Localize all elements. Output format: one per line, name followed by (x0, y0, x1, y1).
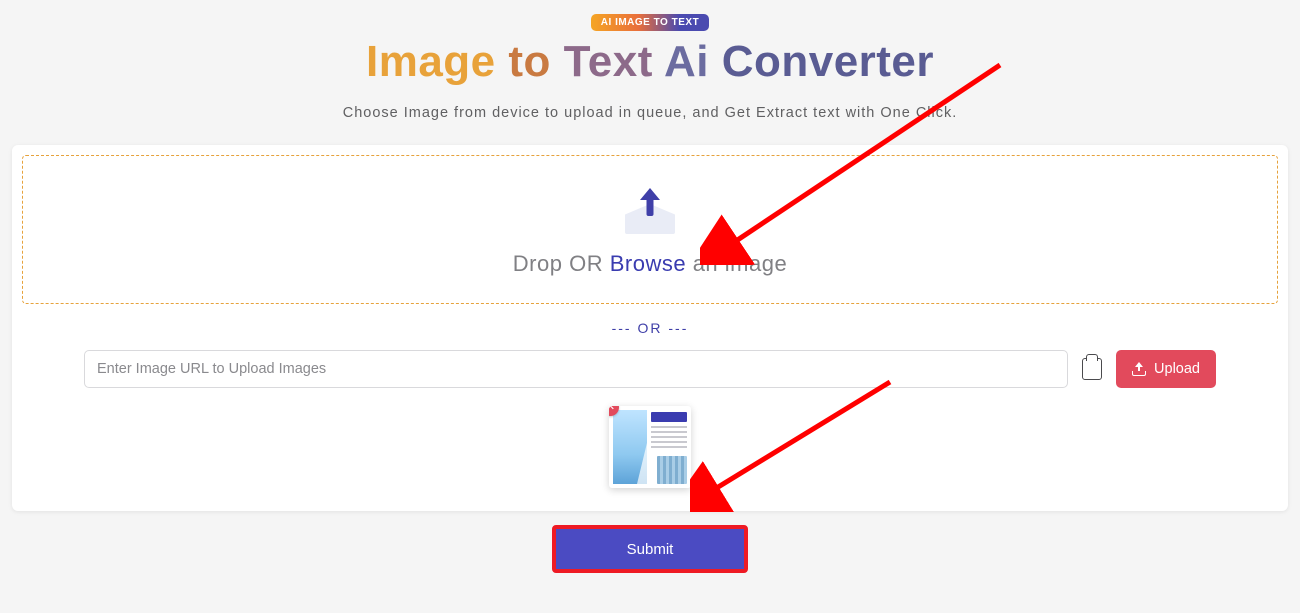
url-row: Upload (22, 350, 1278, 388)
image-url-input[interactable] (84, 350, 1068, 388)
uploaded-thumbnail[interactable]: ✕ (609, 406, 691, 488)
title-word-4: Ai (664, 37, 709, 86)
drop-text-suffix: an image (686, 251, 787, 276)
upload-card: Drop OR Browse an image --- OR --- Uploa… (12, 145, 1288, 511)
page-title: Image to Text Ai Converter (8, 37, 1292, 87)
brand-badge: AI IMAGE TO TEXT (591, 14, 709, 31)
upload-button[interactable]: Upload (1116, 350, 1216, 388)
upload-mini-icon (1132, 362, 1146, 376)
title-word-3: Text (564, 37, 653, 86)
dropzone[interactable]: Drop OR Browse an image (22, 155, 1278, 304)
paste-icon[interactable] (1082, 358, 1102, 380)
title-word-1: Image (366, 37, 496, 86)
drop-text-prefix: Drop OR (513, 251, 610, 276)
subtitle: Choose Image from device to upload in qu… (8, 105, 1292, 121)
title-word-2: to (508, 37, 551, 86)
upload-icon (622, 184, 678, 234)
title-word-5: Converter (722, 37, 934, 86)
thumbnail-area: ✕ (22, 406, 1278, 493)
upload-button-label: Upload (1154, 361, 1200, 377)
browse-link[interactable]: Browse (610, 251, 686, 276)
or-divider: --- OR --- (22, 320, 1278, 336)
submit-button[interactable]: Submit (552, 525, 748, 573)
dropzone-label: Drop OR Browse an image (33, 251, 1267, 277)
